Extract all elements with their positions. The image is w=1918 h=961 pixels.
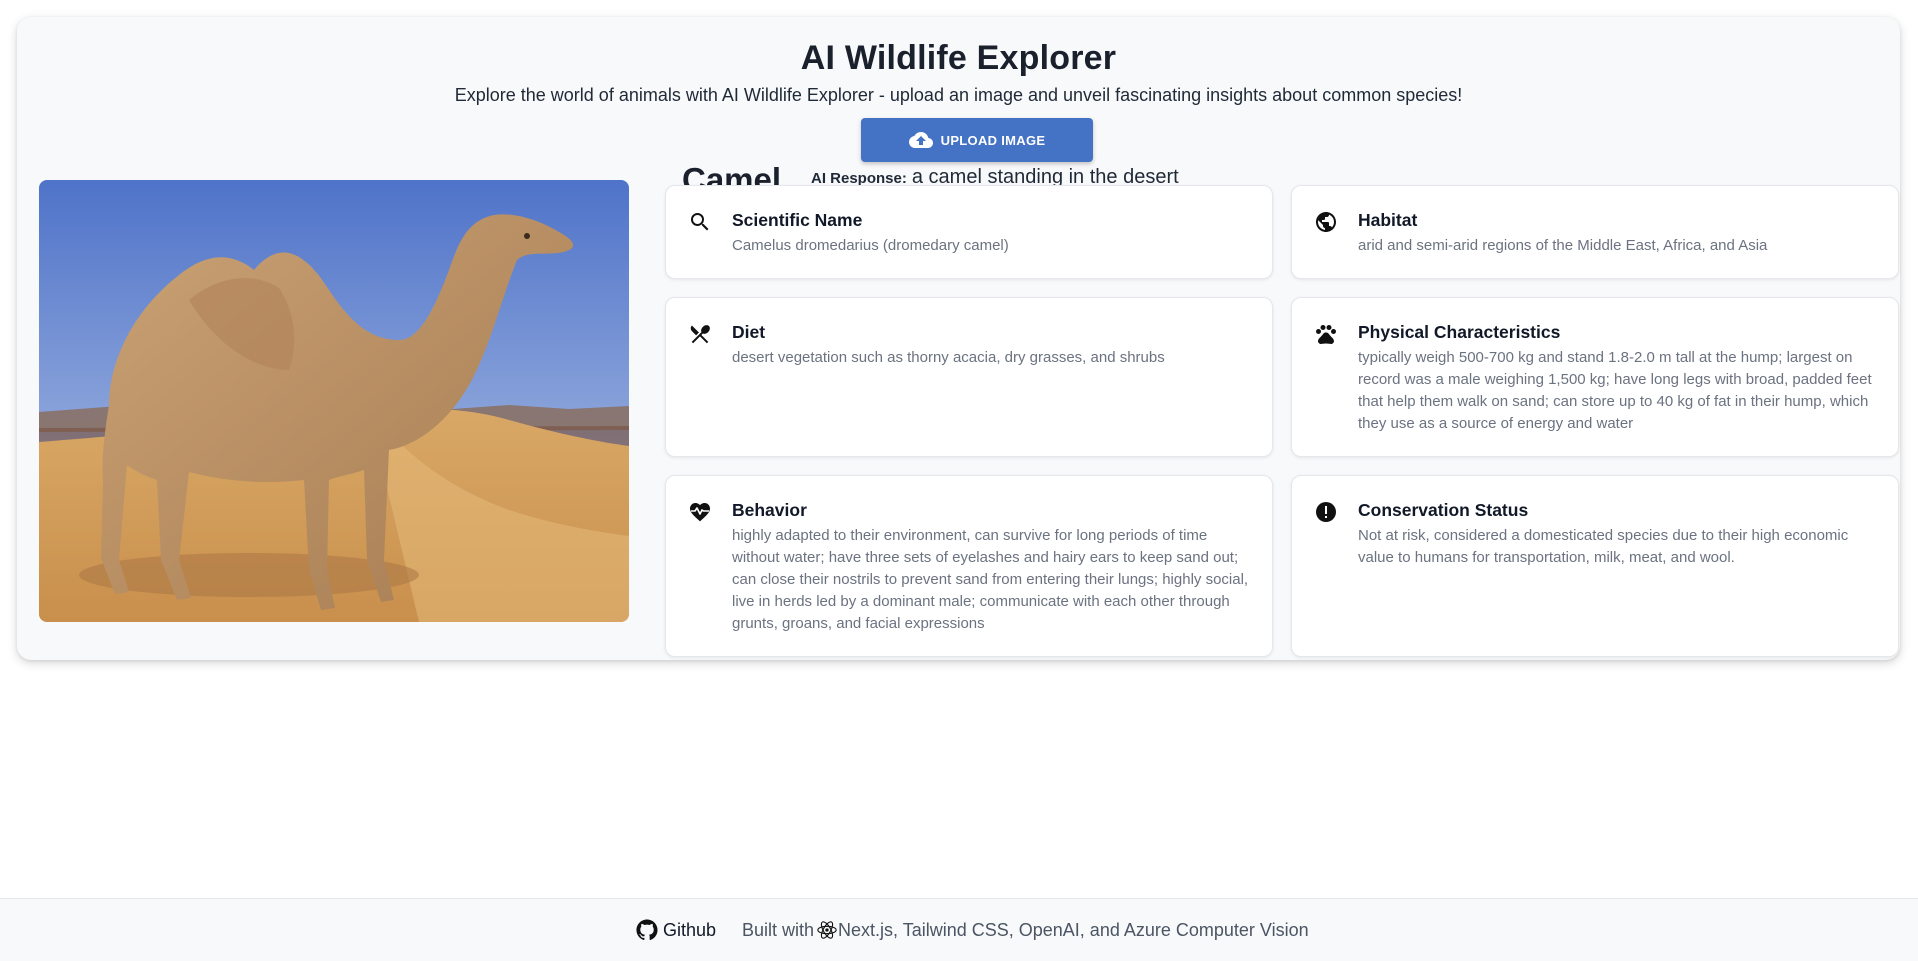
github-icon <box>636 919 658 941</box>
card-title: Behavior <box>732 500 807 520</box>
card-behavior: Behavior highly adapted to their environ… <box>665 475 1273 657</box>
card-conservation-status: Conservation Status Not at risk, conside… <box>1291 475 1899 657</box>
search-icon <box>688 210 712 234</box>
card-text: highly adapted to their environment, can… <box>732 527 1249 632</box>
built-with: Built with Next.js, Tailwind CSS, OpenAI… <box>742 919 1309 941</box>
card-title: Physical Characteristics <box>1358 322 1561 342</box>
card-text: typically weigh 500-700 kg and stand 1.8… <box>1358 349 1872 432</box>
card-scientific-name: Scientific Name Camelus dromedarius (dro… <box>665 185 1273 279</box>
main-panel: AI Wildlife Explorer Explore the world o… <box>17 17 1900 660</box>
built-with-text: Next.js, Tailwind CSS, OpenAI, and Azure… <box>838 919 1309 940</box>
upload-image-button[interactable]: UPLOAD IMAGE <box>861 118 1093 162</box>
github-label: Github <box>663 919 717 940</box>
card-text: desert vegetation such as thorny acacia,… <box>732 349 1165 366</box>
utensils-icon <box>688 322 712 346</box>
card-text: arid and semi-arid regions of the Middle… <box>1358 237 1768 254</box>
upload-image-label: UPLOAD IMAGE <box>940 132 1046 148</box>
footer: Github Built with Next.js, Tailwind CSS,… <box>0 898 1918 961</box>
card-title: Conservation Status <box>1358 500 1529 520</box>
card-text: Camelus dromedarius (dromedary camel) <box>732 237 1009 254</box>
cloud-upload-icon <box>908 128 933 152</box>
card-title: Habitat <box>1358 210 1418 230</box>
card-habitat: Habitat arid and semi-arid regions of th… <box>1291 185 1899 279</box>
react-icon <box>817 921 837 939</box>
globe-icon <box>1314 210 1338 234</box>
paw-icon <box>1314 322 1338 346</box>
exclamation-circle-icon <box>1314 500 1338 524</box>
camel-photo <box>39 180 629 622</box>
github-link[interactable]: Github <box>636 919 716 941</box>
heartbeat-icon <box>688 500 712 524</box>
card-title: Scientific Name <box>732 210 863 230</box>
card-text: Not at risk, considered a domesticated s… <box>1358 527 1849 566</box>
card-physical-characteristics: Physical Characteristics typically weigh… <box>1291 297 1899 457</box>
card-diet: Diet desert vegetation such as thorny ac… <box>665 297 1273 457</box>
page-subtitle: Explore the world of animals with AI Wil… <box>454 85 1463 105</box>
card-title: Diet <box>732 322 766 342</box>
page-title: AI Wildlife Explorer <box>800 39 1117 77</box>
built-with-prefix: Built with <box>742 919 815 940</box>
